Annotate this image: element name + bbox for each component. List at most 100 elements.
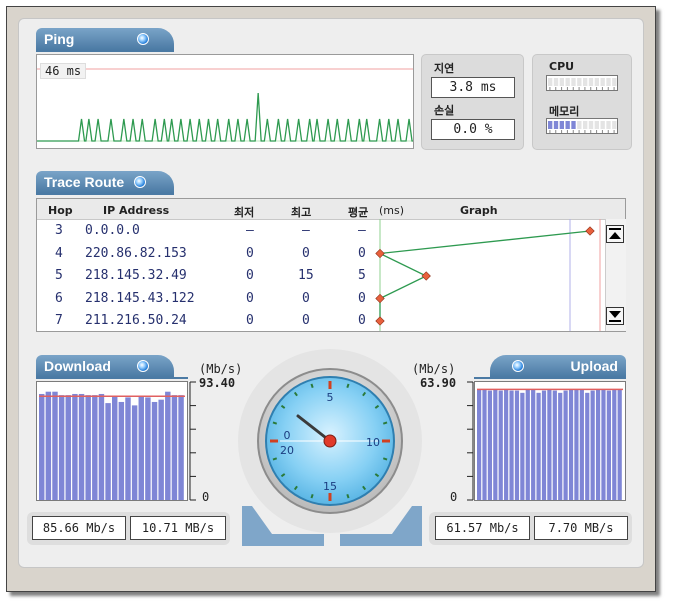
upload-bar [617,389,622,500]
download-bar [171,395,178,500]
col-max-header: 최고 [291,206,312,219]
upload-tab[interactable]: Upload [490,355,626,377]
download-toggle-icon[interactable] [137,360,149,372]
memory-meter-segment [565,121,570,129]
trace-graph-point [375,293,385,304]
upload-bar [552,390,557,500]
upload-rate-mbps: 61.57 Mb/s [435,516,530,540]
row-max: 0 [302,291,310,306]
upload-bar [595,389,601,500]
memory-meter-segment [594,121,599,129]
download-min: 0 [202,490,210,504]
scroll-down-button[interactable] [606,307,624,325]
gauge-label-5: 5 [327,391,334,404]
download-bar [165,391,171,500]
col-ip-header: IP Address [103,204,170,217]
memory-meter-segment [553,121,559,129]
download-rate-mbps: 85.66 Mb/s [32,516,126,540]
trace-graph-line [377,230,591,321]
row-avg: 5 [358,268,366,283]
download-bar [45,391,52,500]
ping-title: Ping [44,31,75,47]
upload-bar [547,389,552,500]
upload-axis-ticks [467,381,474,501]
trace-route-tab[interactable]: Trace Route [36,171,174,193]
row-avg: 0 [358,246,366,261]
row-hop: 4 [55,246,63,261]
row-avg: – [358,223,366,238]
download-bar [105,403,111,500]
cpu-meter-segment [577,78,582,86]
cpu-meter-segment [594,78,599,86]
col-hop-header: Hop [48,204,73,217]
download-bar [98,393,105,500]
upload-rate-MBps: 7.70 MB/s [534,516,628,540]
download-bar [52,391,58,500]
memory-label: 메모리 [549,105,580,118]
row-hop: 6 [55,291,63,306]
ping-graph: 46 ms [36,54,414,149]
row-max: – [302,223,310,238]
memory-meter-segment [588,121,594,129]
upload-bar [558,392,563,500]
row-max: 0 [302,246,310,261]
trace-graph-point [375,248,385,259]
gauge-tick [310,493,314,499]
upload-toggle-icon[interactable] [512,360,524,372]
trace-graph-point [421,271,431,281]
memory-meter [546,118,618,134]
cpu-meter-bar [548,78,617,90]
gauge-label-10: 10 [366,436,380,449]
upload-bar [563,390,568,500]
ping-current-value: 46 ms [40,63,87,79]
cpu-meter-segment [606,78,611,86]
cpu-meter-segment [571,78,576,86]
scroll-up-button[interactable] [606,225,624,243]
upload-title: Upload [570,358,618,374]
gauge-tick [382,457,388,461]
memory-meter-segment [583,121,588,129]
upload-bar [585,392,590,500]
ping-tab[interactable]: Ping [36,28,174,50]
upload-bar [482,389,487,500]
cpu-meter-segment [583,78,588,86]
download-tab[interactable]: Download [36,355,174,377]
ping-toggle-icon[interactable] [137,33,149,45]
download-rate-MBps: 10.71 MB/s [130,516,226,540]
gauge-tick [346,493,350,499]
download-axis-ticks [189,381,196,501]
download-tab-underline [36,377,188,379]
trace-graph-point [375,316,385,326]
row-avg: 0 [358,313,366,328]
upload-bar [574,389,579,500]
col-min-header: 최저 [234,206,255,219]
row-ip: 211.216.50.24 [85,313,187,328]
download-bar [178,395,184,500]
trace-route-toggle-icon[interactable] [134,176,146,188]
row-ip: 218.145.32.49 [85,268,187,283]
row-ip: 220.86.82.153 [85,246,187,261]
cpu-memory-group [532,54,632,150]
col-unit-header: (ms) [379,204,405,217]
row-avg: 0 [358,291,366,306]
latency-value: 3.8 ms [431,77,515,98]
download-bar [138,396,144,500]
download-bar [85,395,91,500]
upload-bar [525,389,530,500]
download-bars [39,391,185,500]
download-bar [131,405,138,500]
memory-meter-segment [571,121,576,129]
memory-meter-bar [548,121,617,133]
download-bar [158,399,164,500]
trace-route-table: Hop IP Address 최저 최고 평균 (ms) Graph 3 0.0… [36,198,626,332]
cpu-meter-segment [612,78,617,86]
cpu-meter-segment [553,78,559,86]
upload-bar [509,390,514,500]
cpu-meter-segment [588,78,594,86]
ping-tab-underline [36,50,174,52]
row-min: 0 [246,246,254,261]
upload-bar [541,390,547,500]
memory-meter-segment [548,121,553,129]
download-bar [118,401,125,500]
download-bar [72,393,78,500]
